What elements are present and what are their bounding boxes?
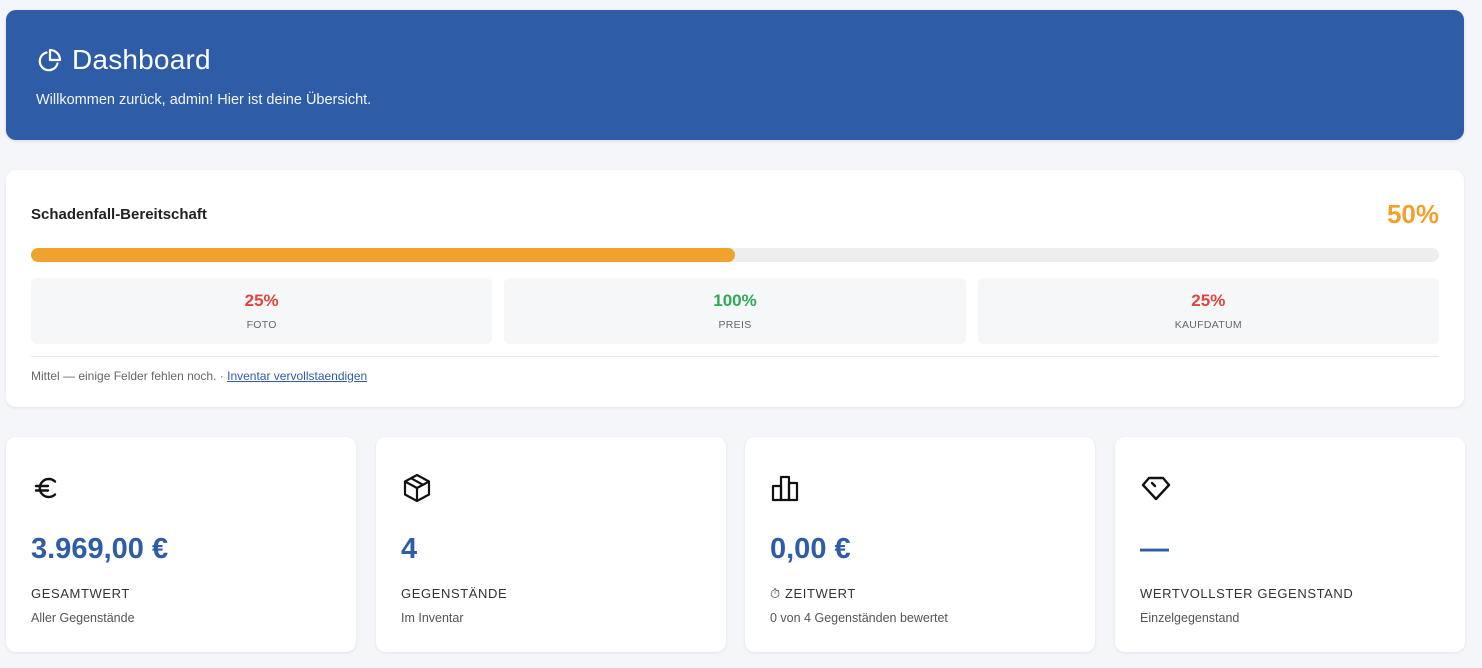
stat-label: GESAMTWERT xyxy=(31,586,130,601)
metric-kaufdatum: 25% KAUFDATUM xyxy=(977,278,1439,344)
dashboard-header: Dashboard Willkommen zurück, admin! Hier… xyxy=(6,10,1464,140)
metric-foto-value: 25% xyxy=(244,291,279,310)
header-title-row: Dashboard xyxy=(36,44,1434,76)
stat-subtext: Aller Gegenstände xyxy=(31,611,135,625)
metric-foto: 25% FOTO xyxy=(31,278,493,344)
stat-card-total-value: 3.969,00 € GESAMTWERT Aller Gegenstände xyxy=(6,437,356,652)
readiness-progress-bar xyxy=(31,248,1439,262)
metric-kaufdatum-value: 25% xyxy=(1191,291,1226,310)
diamond-icon xyxy=(1140,472,1172,504)
stat-value: 3.969,00 € xyxy=(31,533,169,565)
readiness-metrics: 25% FOTO 100% PREIS 25% KAUFDATUM xyxy=(31,278,1439,344)
stat-value: — xyxy=(1140,533,1169,565)
stat-label: GEGENSTÄNDE xyxy=(401,586,508,601)
stat-label: WERTVOLLSTER GEGENSTAND xyxy=(1140,586,1354,601)
stat-label: ⏱ ZEITWERT xyxy=(770,586,856,601)
euro-icon xyxy=(31,472,63,504)
bar-chart-icon xyxy=(770,472,802,504)
readiness-percent: 50% xyxy=(1386,198,1439,229)
stat-value: 0,00 € xyxy=(770,533,851,565)
stat-card-current-value: 0,00 € ⏱ ZEITWERT 0 von 4 Gegenständen b… xyxy=(745,437,1095,652)
box-icon xyxy=(401,472,433,504)
readiness-header: Schadenfall-Bereitschaft 50% xyxy=(31,170,1439,256)
footer-separator: · xyxy=(216,369,228,383)
readiness-progress-fill xyxy=(31,248,735,262)
stat-subtext: Im Inventar xyxy=(401,611,464,625)
metric-preis-label: PREIS xyxy=(718,319,752,331)
stat-subtext: 0 von 4 Gegenständen bewertet xyxy=(770,611,948,625)
page-title: Dashboard xyxy=(72,44,211,75)
readiness-status-text: Mittel — einige Felder fehlen noch. xyxy=(31,369,217,383)
stat-subtext: Einzelgegenstand xyxy=(1140,611,1240,625)
readiness-footer: Mittel — einige Felder fehlen noch. · In… xyxy=(31,369,1439,383)
pie-chart-icon xyxy=(36,46,64,74)
complete-inventory-link[interactable]: Inventar vervollstaendigen xyxy=(227,369,367,383)
metric-kaufdatum-label: KAUFDATUM xyxy=(1174,319,1242,331)
readiness-card: Schadenfall-Bereitschaft 50% 25% FOTO 10… xyxy=(6,170,1464,407)
stat-value: 4 xyxy=(401,533,418,565)
metric-foto-label: FOTO xyxy=(246,319,277,331)
welcome-text: Willkommen zurück, admin! Hier ist deine… xyxy=(36,92,372,108)
divider xyxy=(31,356,1439,357)
stat-card-most-valuable: — WERTVOLLSTER GEGENSTAND Einzelgegensta… xyxy=(1115,437,1465,652)
stat-card-items: 4 GEGENSTÄNDE Im Inventar xyxy=(376,437,726,652)
metric-preis-value: 100% xyxy=(713,291,757,310)
readiness-title: Schadenfall-Bereitschaft xyxy=(31,205,207,223)
metric-preis: 100% PREIS xyxy=(504,278,966,344)
